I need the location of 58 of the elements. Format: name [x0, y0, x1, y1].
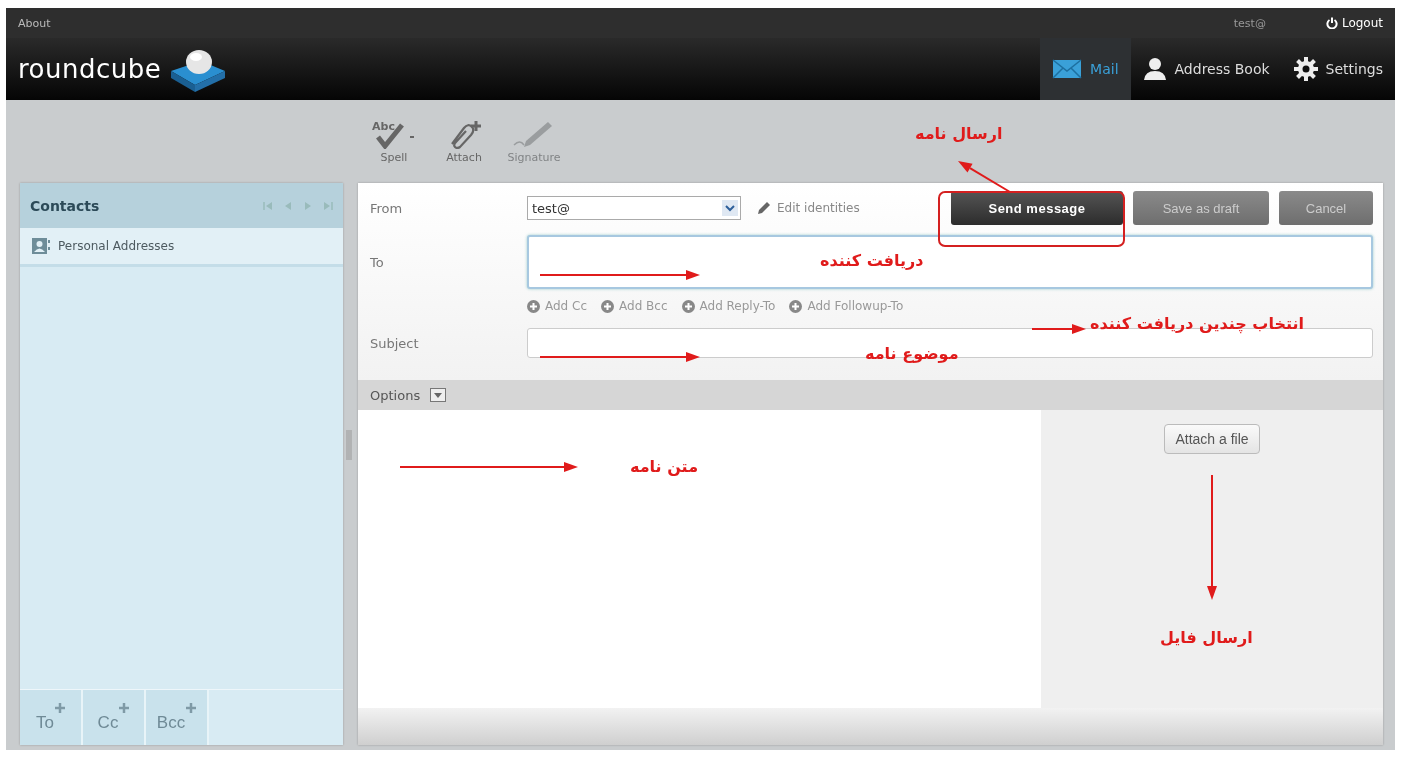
action-button[interactable]: Cancel — [1279, 191, 1373, 225]
nav-tab[interactable]: Settings — [1281, 38, 1395, 100]
pencil-icon — [757, 201, 771, 215]
chevron-down-icon — [725, 204, 735, 212]
from-dropdown[interactable]: test@ — [527, 196, 741, 220]
envelope-icon — [1052, 59, 1083, 79]
logout-link[interactable]: Logout — [1325, 16, 1383, 30]
annotation-arrow — [1031, 324, 1086, 334]
annotation-label: ارسال نامه — [915, 124, 1003, 143]
next-page-icon[interactable] — [303, 200, 313, 211]
plus-circle-icon — [601, 299, 615, 313]
action-button[interactable]: Save as draft — [1133, 191, 1269, 225]
edit-identities-link[interactable]: Edit identities — [751, 200, 866, 216]
nav-tab[interactable]: Mail — [1040, 38, 1131, 100]
attach-file-button[interactable]: Attach a file — [1164, 424, 1260, 454]
options-label: Options — [370, 387, 421, 403]
action-button[interactable]: Send message — [951, 191, 1123, 225]
recipient-add-button[interactable]: To — [20, 690, 83, 745]
annotation-label: دریافت کننده — [820, 251, 924, 270]
toolbar-button[interactable]: Abc Spell — [366, 111, 422, 172]
plus-circle-icon — [527, 299, 540, 313]
splitter-handle[interactable] — [346, 430, 352, 460]
first-page-icon[interactable] — [263, 200, 273, 211]
message-body-field[interactable] — [358, 410, 1041, 708]
plus-icon — [55, 703, 65, 713]
add-header-link[interactable]: Add Reply-To — [681, 299, 776, 313]
panel-title: Contacts — [30, 197, 101, 214]
nav-tab[interactable]: Address Book — [1130, 38, 1282, 100]
about-link[interactable]: About — [18, 16, 51, 30]
field-label: From — [370, 200, 404, 216]
annotation-label: متن نامه — [630, 457, 699, 476]
user-email: test@ — [1233, 16, 1266, 30]
logo-text: roundcube — [18, 54, 162, 84]
annotation-label: موضوع نامه — [865, 344, 959, 363]
add-header-link[interactable]: Add Bcc — [601, 299, 668, 313]
previous-page-icon[interactable] — [283, 200, 293, 211]
recipient-add-button[interactable]: Bcc — [146, 690, 209, 745]
plus-circle-icon — [681, 299, 695, 313]
recipient-add-button[interactable]: Cc — [83, 690, 146, 745]
annotation-arrow — [958, 161, 1011, 193]
add-header-link[interactable]: Add Cc — [527, 299, 588, 313]
annotation-label: انتخاب چندین دریافت کننده — [1090, 314, 1304, 333]
power-icon — [1325, 17, 1338, 29]
plus-icon — [186, 703, 197, 713]
address-book-icon — [32, 238, 50, 254]
plus-circle-icon — [789, 299, 803, 313]
dropdown-toggle-icon[interactable] — [430, 388, 447, 402]
last-page-icon[interactable] — [323, 200, 333, 211]
add-header-link[interactable]: Add Followup-To — [789, 299, 904, 313]
person-icon — [1142, 57, 1167, 81]
plus-icon — [119, 703, 130, 713]
toolbar-button[interactable]: Attach — [436, 111, 492, 172]
annotation-label: ارسال فایل — [1160, 628, 1253, 647]
field-label: To — [370, 254, 385, 270]
item-label: Personal Addresses — [58, 239, 175, 253]
field-label: Subject — [370, 335, 420, 351]
address-book-item[interactable]: Personal Addresses — [20, 228, 343, 267]
to-field[interactable] — [527, 235, 1373, 289]
